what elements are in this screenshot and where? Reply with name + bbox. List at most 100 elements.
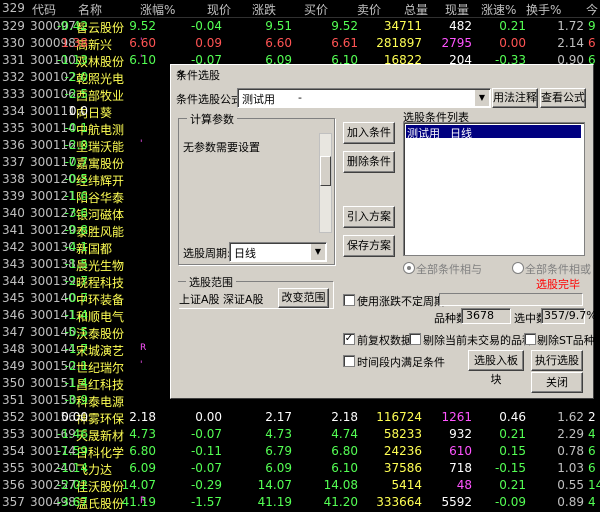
header-ask[interactable]: 卖价 xyxy=(357,1,381,18)
row-change-pct: -1.4 xyxy=(64,308,88,322)
header-change[interactable]: 涨跌 xyxy=(252,1,276,18)
dialog-titlebar[interactable]: 条件选股 × xyxy=(171,65,593,83)
row-seq: 337 xyxy=(2,155,25,169)
row-change-pct: -4.1 xyxy=(64,240,88,254)
table-row[interactable]: 357 300498 温氏股份 R -3.67 41.19 -1.57 41.19 41.20 3… xyxy=(0,494,600,511)
row-change: -0.11 xyxy=(190,444,222,458)
header-change-pct[interactable]: 涨幅% xyxy=(140,1,175,18)
remove-condition-button[interactable]: 删除条件 xyxy=(343,151,395,173)
row-ask: 6.80 xyxy=(331,444,358,458)
save-plan-button[interactable]: 保存方案 xyxy=(343,235,395,257)
row-seq: 352 xyxy=(2,410,25,424)
radio-or-label: 全部条件相或 xyxy=(525,263,591,276)
row-open: 6 xyxy=(588,36,596,50)
row-seq: 333 xyxy=(2,87,25,101)
header-code[interactable]: 代码 xyxy=(32,1,56,18)
row-seq: 341 xyxy=(2,223,25,237)
header-cur-volume[interactable]: 现量 xyxy=(445,1,469,18)
row-flag: R xyxy=(140,343,147,353)
row-bid: 4.73 xyxy=(265,427,292,441)
row-seq: 357 xyxy=(2,495,25,509)
row-ask: 41.20 xyxy=(323,495,358,509)
params-group: 计算参数 无参数需要设置 选股周期: 日线 ▼ xyxy=(178,111,335,265)
exclude-halted-checkbox[interactable] xyxy=(409,333,421,345)
row-ask: 6.61 xyxy=(331,36,358,50)
table-row[interactable]: 353 300169 天晟新材 -1.46 4.73 -0.07 4.73 4.74 58233… xyxy=(0,426,600,443)
row-volume: 37586 xyxy=(383,461,422,475)
row-change-pct: -3.67 xyxy=(56,495,88,509)
params-group-title: 计算参数 xyxy=(187,111,237,127)
radio-and-label: 全部条件相与 xyxy=(416,263,482,276)
row-change-pct: -1.14 xyxy=(56,461,88,475)
row-change-pct: -0.8 xyxy=(64,223,88,237)
row-volume: 34711 xyxy=(383,19,422,33)
row-seq: 346 xyxy=(2,308,25,322)
count-value: 3678 xyxy=(466,309,494,322)
change-range-button[interactable]: 改变范围 xyxy=(278,288,329,308)
scroll-thumb[interactable] xyxy=(320,156,331,186)
table-row[interactable]: 355 300240 飞力达 -1.14 6.09 -0.07 6.09 6.10 37586 7… xyxy=(0,460,600,477)
row-turnover: 2.29 xyxy=(557,427,584,441)
row-seq: 343 xyxy=(2,257,25,271)
row-speed: 0.46 xyxy=(499,410,526,424)
header-price[interactable]: 现价 xyxy=(207,1,231,18)
row-change: 0.00 xyxy=(195,410,222,424)
condition-item[interactable]: 测试用 日线 xyxy=(406,125,581,140)
header-name[interactable]: 名称 xyxy=(78,1,102,18)
row-change-pct: -1.5 xyxy=(64,257,88,271)
radio-and[interactable] xyxy=(403,262,415,274)
row-flag: ' xyxy=(140,360,143,370)
row-seq: 349 xyxy=(2,359,25,373)
row-change: -0.07 xyxy=(190,461,222,475)
header-turnover[interactable]: 换手% xyxy=(526,1,561,18)
row-volume: 58233 xyxy=(383,427,422,441)
chevron-down-icon[interactable]: ▼ xyxy=(474,90,489,106)
add-condition-button[interactable]: 加入条件 xyxy=(343,122,395,144)
header-open[interactable]: 今 xyxy=(586,1,598,18)
row-bid: 6.60 xyxy=(265,36,292,50)
exclude-st-checkbox[interactable] xyxy=(524,333,536,345)
table-row[interactable]: 352 300156 神雾环保 0.00 2.18 0.00 2.17 2.18 116724 1… xyxy=(0,409,600,426)
row-price: 14.07 xyxy=(121,478,156,492)
row-volume: 116724 xyxy=(376,410,422,424)
table-row[interactable]: 329 300097 智云股份 -0.42 9.52 -0.04 9.51 9.52 34711… xyxy=(0,18,600,35)
to-block-button[interactable]: 选股入板块 xyxy=(468,350,524,386)
row-change-pct: -2.02 xyxy=(56,478,88,492)
run-filter-button[interactable]: 执行选股 xyxy=(531,350,583,371)
params-scrollbar[interactable] xyxy=(319,133,332,233)
row-change-pct: -2.5 xyxy=(64,87,88,101)
conditions-list[interactable]: 测试用 日线 xyxy=(403,122,585,256)
usage-notes-button[interactable]: 用法注释 xyxy=(492,88,538,108)
uncertain-period-checkbox[interactable] xyxy=(343,294,355,306)
row-seq: 354 xyxy=(2,444,25,458)
row-turnover: 0.55 xyxy=(557,478,584,492)
row-change-pct: -1.4 xyxy=(64,376,88,390)
formula-select[interactable]: 测试用 - ▼ xyxy=(237,88,491,108)
table-row[interactable]: 330 300098 高新兴 ' 1.38 6.60 0.09 6.60 6.61 281897 2… xyxy=(0,35,600,52)
table-row[interactable]: 356 300257 佳沃股份 -2.02 14.07 -0.29 14.07 14.08 54… xyxy=(0,477,600,494)
period-select[interactable]: 日线 ▼ xyxy=(229,242,327,262)
import-plan-button[interactable]: 引入方案 xyxy=(343,206,395,228)
header-bid[interactable]: 买价 xyxy=(304,1,328,18)
row-seq: 329 xyxy=(2,19,25,33)
header-volume[interactable]: 总量 xyxy=(404,1,428,18)
row-open: 2 xyxy=(588,410,596,424)
chevron-down-icon[interactable]: ▼ xyxy=(310,244,325,260)
period-satisfy-checkbox[interactable] xyxy=(343,355,355,367)
formula-dash: - xyxy=(298,91,302,104)
adj-data-checkbox[interactable]: ✓ xyxy=(343,333,355,345)
row-turnover: 0.89 xyxy=(557,495,584,509)
row-price: 41.19 xyxy=(121,495,156,509)
radio-or[interactable] xyxy=(512,262,524,274)
view-formula-button[interactable]: 查看公式 xyxy=(540,88,586,108)
row-change-pct: -0.42 xyxy=(56,19,88,33)
close-button[interactable]: 关闭 xyxy=(531,372,583,393)
row-turnover: 1.72 xyxy=(557,19,584,33)
close-icon[interactable]: × xyxy=(176,67,587,80)
row-seq: 335 xyxy=(2,121,25,135)
row-seq: 348 xyxy=(2,342,25,356)
table-row[interactable]: 354 300174 日科化学 -1.59 6.80 -0.11 6.79 6.80 24236… xyxy=(0,443,600,460)
row-bid: 41.19 xyxy=(257,495,292,509)
row-cur-volume: 1261 xyxy=(441,410,472,424)
header-speed[interactable]: 涨速% xyxy=(481,1,516,18)
